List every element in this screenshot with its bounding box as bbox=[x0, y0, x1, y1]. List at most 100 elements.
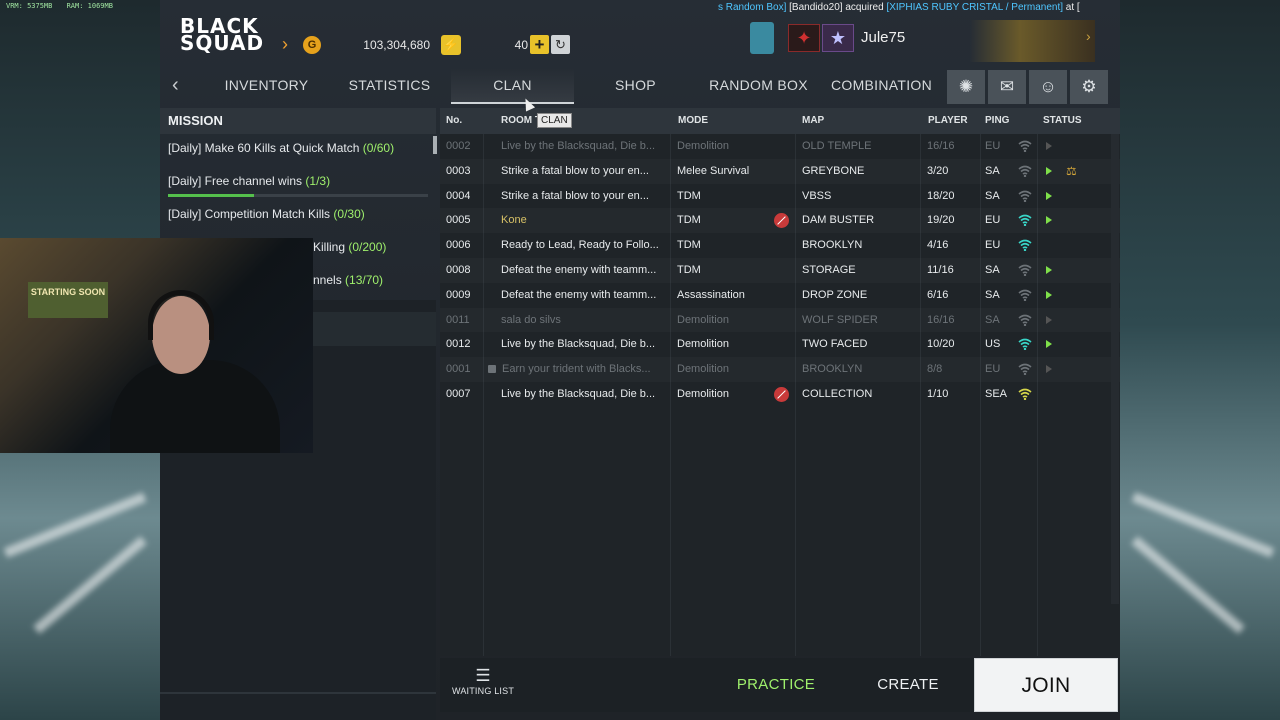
table-row[interactable]: 0007 Live by the Blacksquad, Die b... Demo… bbox=[440, 382, 1120, 407]
gold-coin-icon: G bbox=[303, 36, 321, 54]
table-row[interactable]: 0004 Strike a fatal blow to your en... TDM… bbox=[440, 184, 1120, 209]
table-row[interactable]: 0011 sala do silvs Demolition WOLF SPIDER 16… bbox=[440, 308, 1120, 333]
room-players: 16/16 bbox=[927, 140, 955, 152]
announcement-ticker: s Random Box] [Bandido20] acquired [XIPH… bbox=[718, 2, 1120, 13]
col-ping[interactable]: PING bbox=[985, 108, 1009, 134]
table-row[interactable]: 0003 Strike a fatal blow to your en... Mel… bbox=[440, 159, 1120, 184]
room-region: EU bbox=[985, 214, 1001, 227]
room-players: 11/16 bbox=[927, 263, 954, 276]
room-mode: Demolition bbox=[677, 363, 729, 376]
room-region: SA bbox=[985, 313, 1000, 326]
room-players: 3/20 bbox=[927, 164, 949, 177]
add-cash-button[interactable]: + bbox=[530, 35, 549, 54]
gear-badge-icon[interactable]: ✺ bbox=[947, 70, 985, 104]
ping-signal-icon bbox=[1018, 264, 1032, 276]
mission-label: Killing bbox=[313, 240, 346, 254]
friends-icon[interactable]: ☺ bbox=[1029, 70, 1067, 104]
tab-shop[interactable]: SHOP bbox=[574, 68, 697, 104]
refresh-button[interactable]: ↻ bbox=[551, 35, 570, 54]
ram-readout: RAM: 1069MB bbox=[66, 2, 113, 10]
table-row[interactable]: 0008 Defeat the enemy with teamm... TDM STO… bbox=[440, 258, 1120, 283]
table-row[interactable]: 0001 Earn your trident with Blacks... Demo… bbox=[440, 357, 1120, 382]
room-title: Live by the Blacksquad, Die b... bbox=[501, 338, 656, 351]
col-map[interactable]: MAP bbox=[802, 108, 824, 134]
play-status-icon bbox=[1046, 265, 1052, 274]
mission-scrollbar[interactable] bbox=[433, 136, 437, 154]
table-row[interactable]: 0002 Live by the Blacksquad, Die b... Demo… bbox=[440, 134, 1120, 159]
tab-random-box[interactable]: RANDOM BOX bbox=[697, 68, 820, 104]
play-status-icon bbox=[1046, 340, 1052, 349]
ping-signal-icon bbox=[1018, 239, 1032, 252]
room-number: 0006 bbox=[446, 239, 471, 252]
waiting-list-button[interactable]: ☰ WAITING LIST bbox=[448, 666, 518, 696]
tab-combination[interactable]: COMBINATION bbox=[820, 68, 943, 104]
avatar[interactable] bbox=[750, 22, 774, 54]
webcam-overlay: STARTING SOON bbox=[0, 238, 313, 453]
col-room-title[interactable]: ROOM T bbox=[501, 108, 541, 134]
room-list-scrollbar[interactable] bbox=[1111, 134, 1119, 604]
room-mode: Demolition bbox=[677, 338, 729, 351]
restricted-icon bbox=[774, 213, 789, 229]
table-row[interactable]: 0012 Live by the Blacksquad, Die b... Demo… bbox=[440, 332, 1120, 357]
col-player[interactable]: PLAYER bbox=[928, 108, 968, 134]
rank-badge-icon: ✦ bbox=[788, 24, 820, 52]
streamer-body bbox=[110, 360, 280, 453]
col-status[interactable]: STATUS bbox=[1043, 108, 1082, 134]
table-row[interactable]: 0006 Ready to Lead, Ready to Follo... TDM B… bbox=[440, 233, 1120, 258]
mission-title: MISSION bbox=[160, 108, 436, 134]
room-number: 0008 bbox=[446, 263, 471, 276]
room-map: STORAGE bbox=[802, 263, 856, 276]
create-button[interactable]: CREATE bbox=[852, 658, 964, 712]
main-nav: ‹ INVENTORY STATISTICS CLAN SHOP RANDOM … bbox=[160, 68, 1120, 104]
cash-icon: ⚡ bbox=[441, 35, 461, 55]
room-number: 0011 bbox=[446, 313, 470, 326]
tab-inventory[interactable]: INVENTORY bbox=[205, 68, 328, 104]
room-title: Strike a fatal blow to your en... bbox=[501, 164, 649, 177]
divider bbox=[160, 692, 436, 694]
mission-count: (1/3) bbox=[305, 174, 331, 188]
waiting-list-label: WAITING LIST bbox=[451, 686, 515, 696]
room-number: 0009 bbox=[446, 288, 471, 301]
ping-signal-icon bbox=[1018, 140, 1032, 152]
settings-icon[interactable]: ⚙ bbox=[1070, 70, 1108, 104]
room-mode: Demolition bbox=[677, 140, 729, 152]
action-bar: ☰ WAITING LIST PRACTICE CREATE JOIN bbox=[440, 658, 1120, 712]
mission-item[interactable]: [Daily] Free channel wins (1/3) bbox=[160, 167, 436, 200]
room-map: VBSS bbox=[802, 189, 832, 202]
mail-icon[interactable]: ✉ bbox=[988, 70, 1026, 104]
col-mode[interactable]: MODE bbox=[678, 108, 708, 134]
mission-item[interactable]: [Daily] Make 60 Kills at Quick Match (0/… bbox=[160, 134, 436, 167]
join-button[interactable]: JOIN bbox=[974, 658, 1118, 712]
room-map: DROP ZONE bbox=[802, 288, 868, 301]
room-map: DAM BUSTER bbox=[802, 214, 875, 227]
room-players: 18/20 bbox=[927, 189, 955, 202]
ping-signal-icon bbox=[1018, 289, 1032, 301]
room-number: 0005 bbox=[446, 214, 471, 227]
room-number: 0012 bbox=[446, 338, 471, 351]
ping-signal-icon bbox=[1018, 215, 1032, 227]
list-icon: ☰ bbox=[475, 666, 491, 685]
logo-line2: SQUAD bbox=[180, 31, 265, 55]
room-players: 16/16 bbox=[927, 313, 955, 326]
room-region: SA bbox=[985, 189, 1000, 202]
practice-button[interactable]: PRACTICE bbox=[720, 658, 832, 712]
col-no[interactable]: No. bbox=[446, 108, 462, 134]
tab-statistics[interactable]: STATISTICS bbox=[328, 68, 451, 104]
player-profile[interactable]: ✦ ★ Jule75 › bbox=[740, 20, 1120, 62]
room-region: SA bbox=[985, 288, 1000, 301]
table-row[interactable]: 0009 Defeat the enemy with teamm... Assass… bbox=[440, 283, 1120, 308]
chevron-right-icon[interactable]: › bbox=[1086, 28, 1091, 44]
room-number: 0003 bbox=[446, 164, 471, 177]
room-title: Earn your trident with Blacks... bbox=[502, 363, 651, 376]
mission-label: [Daily] Competition Match Kills bbox=[168, 207, 331, 221]
back-arrow-icon[interactable]: ‹ bbox=[172, 74, 179, 97]
table-row[interactable]: 0005 Kone TDM DAM BUSTER 19/20 EU bbox=[440, 208, 1120, 233]
background-right bbox=[1118, 0, 1280, 720]
room-map: WOLF SPIDER bbox=[802, 313, 878, 326]
mission-item[interactable]: [Daily] Competition Match Kills (0/30) bbox=[160, 200, 436, 233]
room-region: EU bbox=[985, 140, 1001, 152]
tab-clan[interactable]: CLAN bbox=[451, 68, 574, 104]
ping-signal-icon bbox=[1018, 314, 1032, 326]
room-title: sala do silvs bbox=[501, 313, 561, 326]
room-rows: 0002 Live by the Blacksquad, Die b... Demo… bbox=[440, 134, 1120, 407]
